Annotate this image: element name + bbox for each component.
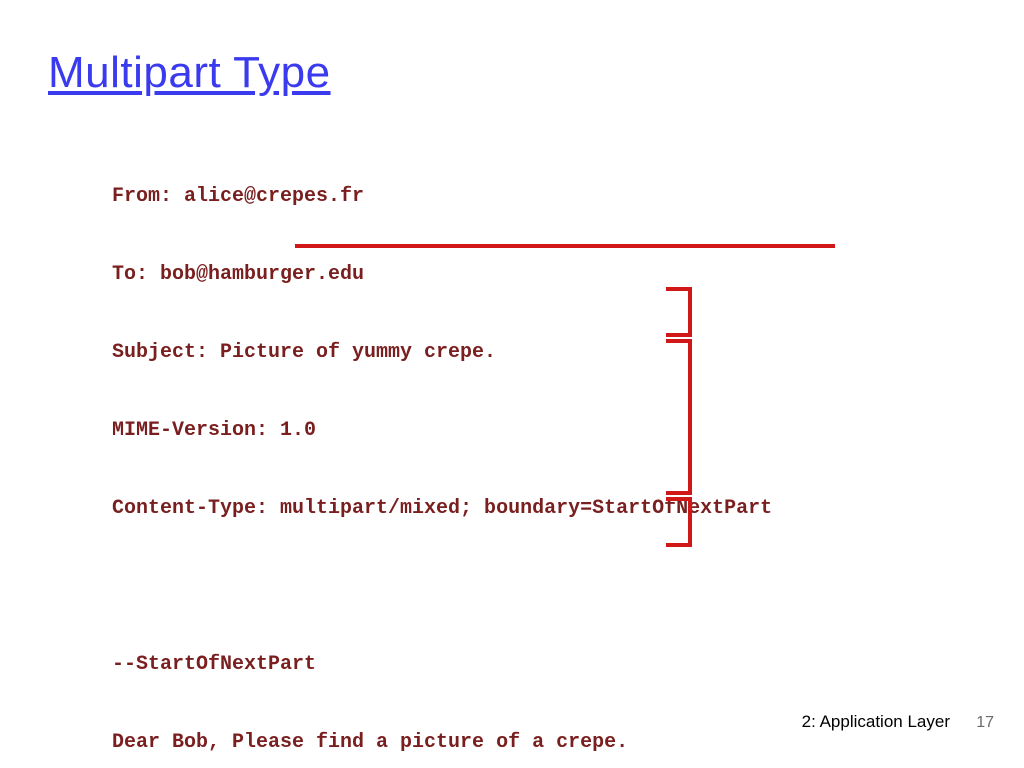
- bracket-part-1: [666, 287, 692, 337]
- code-line: MIME-Version: 1.0: [112, 418, 932, 444]
- bracket-part-2: [666, 339, 692, 495]
- code-line: Subject: Picture of yummy crepe.: [112, 340, 932, 366]
- slide-title: Multipart Type: [48, 48, 331, 98]
- code-line: From: alice@crepes.fr: [112, 184, 932, 210]
- footer-page-number: 17: [976, 714, 994, 732]
- slide: Multipart Type From: alice@crepes.fr To:…: [0, 0, 1024, 768]
- emphasis-underline: [295, 244, 835, 248]
- mime-example-block: From: alice@crepes.fr To: bob@hamburger.…: [112, 132, 932, 768]
- code-line: Content-Type: multipart/mixed; boundary=…: [112, 496, 932, 522]
- code-line: --StartOfNextPart: [112, 652, 932, 678]
- bracket-part-3: [666, 497, 692, 547]
- code-line: [112, 574, 932, 600]
- code-line: To: bob@hamburger.edu: [112, 262, 932, 288]
- footer-chapter: 2: Application Layer: [802, 712, 950, 732]
- code-line: Dear Bob, Please find a picture of a cre…: [112, 730, 932, 756]
